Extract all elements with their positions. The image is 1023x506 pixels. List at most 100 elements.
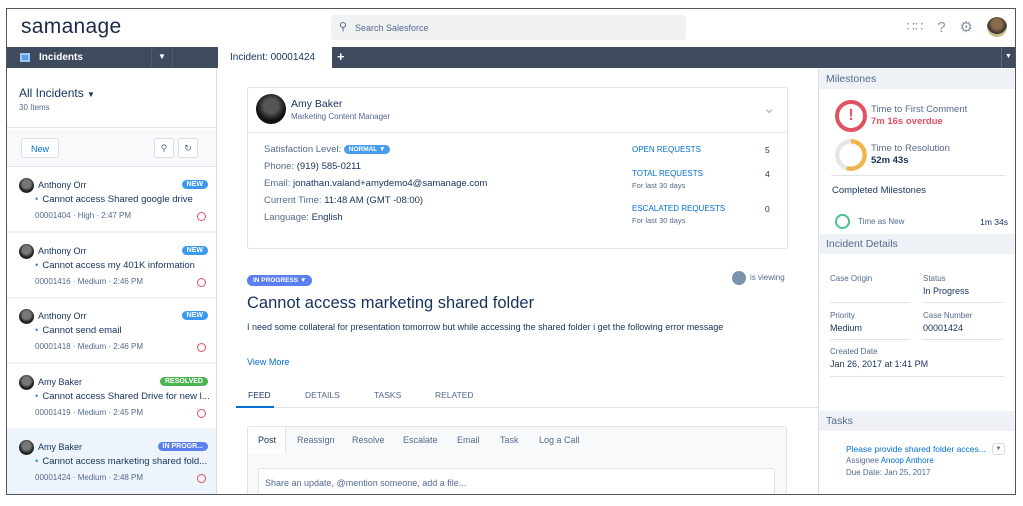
publisher-tab-resolve[interactable]: Resolve: [352, 435, 385, 445]
avatar: [19, 178, 34, 193]
tab-feed[interactable]: FEED: [248, 390, 271, 400]
case-origin-label: Case Origin: [830, 274, 873, 283]
language-field: Language: English: [264, 212, 343, 223]
search-list-button[interactable]: ⚲: [154, 138, 174, 158]
gear-icon[interactable]: ⚙: [960, 18, 973, 36]
publisher-tab-log-call[interactable]: Log a Call: [539, 435, 580, 445]
escalated-requests-value: 0: [765, 204, 770, 214]
view-more-link[interactable]: View More: [247, 357, 289, 367]
incident-title: Cannot access marketing shared folder: [247, 294, 535, 312]
publisher-tab-reassign[interactable]: Reassign: [297, 435, 335, 445]
overdue-alert-icon: !: [835, 100, 867, 132]
open-requests-link[interactable]: OPEN REQUESTS: [632, 145, 701, 154]
contact-name[interactable]: Amy Baker: [291, 98, 342, 110]
new-button[interactable]: New: [21, 138, 59, 158]
post-input[interactable]: Share an update, @mention someone, add a…: [258, 468, 775, 494]
list-item[interactable]: Amy Baker IN PROGR... Cannot access mark…: [7, 430, 216, 494]
list-item[interactable]: Anthony Orr NEW Cannot access my 401K in…: [7, 233, 216, 299]
incident-meta: 00001416 · Medium · 2:46 PM: [35, 276, 144, 286]
incident-description: I need some collateral for presentation …: [247, 322, 724, 332]
publisher-tab-escalate[interactable]: Escalate: [403, 435, 438, 445]
divider: [830, 302, 910, 303]
list-item[interactable]: Anthony Orr NEW Cannot access Shared goo…: [7, 168, 216, 233]
add-tab-button[interactable]: +: [337, 49, 345, 64]
incident-details-header: Incident Details: [819, 234, 1015, 254]
app-window: samanage ⚲ Search Salesforce ∷∷ ? ⚙ Incid…: [6, 8, 1016, 495]
task-link[interactable]: Please provide shared folder acces...: [846, 444, 986, 454]
priority-label: Priority: [830, 311, 855, 320]
case-number-label: Case Number: [923, 311, 973, 320]
sla-status-icon: [197, 343, 206, 352]
created-date-value: Jan 26, 2017 at 1:41 PM: [830, 359, 929, 369]
list-item[interactable]: Anthony Orr NEW Cannot send email 000014…: [7, 299, 216, 364]
incident-meta: 00001424 · Medium · 2:48 PM: [35, 473, 144, 482]
divider: [923, 302, 1003, 303]
divider: [830, 376, 1004, 377]
open-requests-value: 5: [765, 145, 770, 155]
task-due-date: Due Date: Jan 25, 2017: [846, 468, 931, 477]
active-tab-indicator: [236, 406, 274, 408]
publisher-tab-post[interactable]: Post: [258, 435, 276, 445]
incident-subject[interactable]: Cannot access Shared google drive: [35, 194, 193, 205]
total-requests-link[interactable]: TOTAL REQUESTS For last 30 days: [632, 169, 703, 190]
chevron-down-icon[interactable]: ⌄: [763, 100, 775, 117]
nav-dropdown-button[interactable]: ▼: [151, 47, 173, 68]
refresh-button[interactable]: ↻: [178, 138, 198, 158]
incident-meta: 00001404 · High · 2:47 PM: [35, 211, 132, 220]
list-view-selector[interactable]: All Incidents ▼: [19, 86, 95, 100]
task-menu-button[interactable]: ▼: [992, 443, 1005, 455]
publisher-tab-task[interactable]: Task: [500, 435, 519, 445]
tab-details[interactable]: DETAILS: [305, 390, 340, 400]
status-badge: RESOLVED: [160, 376, 208, 386]
tab-overflow-button[interactable]: ▼: [1001, 47, 1015, 68]
status-value: In Progress: [923, 286, 970, 296]
app-nav-incidents[interactable]: Incidents: [7, 47, 217, 68]
satisfaction-dropdown[interactable]: NORMAL ▼: [343, 145, 391, 154]
logo: samanage: [21, 15, 122, 38]
task-assignee: Assignee Anoop Anthore: [846, 456, 934, 465]
avatar: [19, 309, 34, 324]
divider: [830, 339, 910, 340]
tab-related[interactable]: RELATED: [435, 390, 474, 400]
app-launcher-icon[interactable]: ∷∷: [907, 19, 924, 35]
incident-subject[interactable]: Cannot access marketing shared fold...: [35, 456, 207, 467]
sla-status-icon: [197, 277, 206, 287]
incident-subject[interactable]: Cannot access Shared Drive for new l...: [35, 391, 209, 402]
requester-name: Anthony Orr: [38, 311, 87, 321]
list-header: All Incidents ▼ 30 Items: [7, 68, 216, 128]
detail-tabs: FEED DETAILS TASKS RELATED: [236, 387, 818, 408]
incident-subject[interactable]: Cannot send email: [35, 325, 121, 336]
item-count: 30 Items: [19, 103, 50, 112]
publisher-tab-email[interactable]: Email: [457, 435, 480, 445]
phone-field: Phone: (919) 585-0211: [264, 161, 362, 172]
help-icon[interactable]: ?: [937, 19, 945, 36]
status-badge: NEW: [181, 311, 208, 320]
avatar: [19, 440, 34, 455]
tab-tasks[interactable]: TASKS: [374, 390, 401, 400]
list-item[interactable]: Amy Baker RESOLVED Cannot access Shared …: [7, 364, 216, 430]
search-input[interactable]: ⚲ Search Salesforce: [331, 15, 686, 40]
search-placeholder: Search Salesforce: [355, 23, 429, 33]
incident-meta: 00001418 · Medium · 2:46 PM: [35, 342, 144, 351]
global-header: samanage ⚲ Search Salesforce ∷∷ ? ⚙: [7, 9, 1015, 47]
side-panel: Milestones ! Time to First Comment 7m 16…: [818, 69, 1015, 494]
status-dropdown[interactable]: IN PROGRESS ▼: [247, 275, 313, 286]
completed-milestones-title: Completed Milestones: [832, 185, 926, 196]
email-field: Email: jonathan.valand+amydemo4@samanage…: [264, 178, 488, 189]
contact-role: Marketing Content Manager: [291, 112, 391, 121]
user-avatar[interactable]: [987, 17, 1007, 37]
publisher: Post Reassign Resolve Escalate Email Tas…: [247, 426, 787, 494]
status-badge: NEW: [181, 180, 208, 189]
resolution-label: Time to Resolution: [871, 143, 950, 154]
assignee-link[interactable]: Anoop Anthore: [881, 456, 934, 465]
time-as-new-value: 1m 34s: [980, 217, 1008, 227]
first-comment-value: 7m 16s overdue: [871, 116, 943, 127]
tab-incident[interactable]: Incident: 00001424: [218, 47, 332, 69]
incident-detail: Amy Baker Marketing Content Manager ⌄ Sa…: [218, 69, 818, 494]
total-requests-value: 4: [765, 169, 770, 179]
escalated-requests-link[interactable]: ESCALATED REQUESTS For last 30 days: [632, 204, 725, 225]
status-badge: IN PROGR...: [157, 442, 208, 451]
milestones-header: Milestones: [819, 69, 1015, 89]
incident-meta: 00001419 · Medium · 2:45 PM: [35, 407, 144, 417]
incident-subject[interactable]: Cannot access my 401K information: [35, 260, 195, 271]
